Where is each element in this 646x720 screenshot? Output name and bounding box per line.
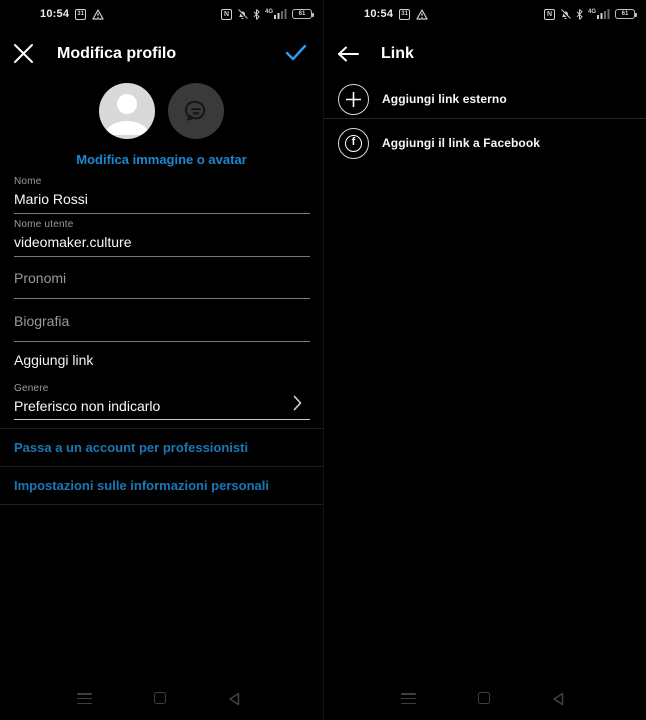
field-underline [14, 213, 310, 214]
change-avatar-link[interactable]: Modifica immagine o avatar [0, 152, 323, 167]
nav-menu-button[interactable] [401, 693, 416, 707]
add-external-link-row[interactable]: Aggiungi link esterno [324, 81, 646, 117]
warning-icon [416, 9, 428, 20]
avatar-creator-button[interactable] [168, 83, 224, 139]
nav-menu-button[interactable] [77, 693, 92, 707]
warning-icon [92, 9, 104, 20]
person-silhouette-icon [99, 83, 155, 139]
signal-icon: 4G [588, 9, 610, 19]
nav-back-button[interactable] [228, 692, 240, 706]
name-field-label: Nome [14, 176, 310, 187]
gender-field-value[interactable]: Preferisco non indicarlo [14, 398, 310, 414]
back-arrow-icon[interactable] [337, 46, 359, 62]
field-underline [14, 256, 310, 257]
clock: 10:54 [364, 8, 393, 20]
gender-field[interactable]: Genere Preferisco non indicarlo [14, 383, 310, 420]
edit-profile-screen: 10:54 31 N 4G 61 [0, 0, 323, 720]
nav-home-button[interactable] [154, 692, 166, 704]
bio-field[interactable]: Biografia [14, 313, 310, 342]
plus-icon [338, 84, 369, 115]
battery-icon: 61 [292, 9, 312, 19]
bell-muted-icon [237, 9, 248, 20]
android-nav-bar [324, 688, 646, 720]
add-facebook-link-row[interactable]: f Aggiungi il link a Facebook [324, 124, 646, 162]
android-nav-bar [0, 688, 323, 720]
close-icon[interactable] [13, 43, 34, 64]
clock: 10:54 [40, 8, 69, 20]
status-bar: 10:54 31 N 4G 61 [0, 0, 323, 28]
calendar-icon: 31 [399, 9, 410, 20]
row-divider [324, 118, 646, 119]
name-field-value[interactable]: Mario Rossi [14, 191, 310, 207]
calendar-icon: 31 [75, 9, 86, 20]
nav-back-button[interactable] [552, 692, 564, 706]
personal-info-settings-link[interactable]: Impostazioni sulle informazioni personal… [14, 478, 313, 493]
avatar-face-icon [183, 98, 209, 124]
facebook-icon: f [338, 128, 369, 159]
confirm-check-icon[interactable] [285, 44, 307, 61]
add-facebook-link-label: Aggiungi il link a Facebook [382, 136, 540, 150]
section-divider [0, 466, 323, 467]
page-title: Modifica profilo [57, 45, 176, 63]
username-field-value[interactable]: videomaker.culture [14, 234, 310, 250]
add-external-link-label: Aggiungi link esterno [382, 92, 507, 106]
bluetooth-icon [576, 9, 583, 20]
pronouns-field[interactable]: Pronomi [14, 270, 310, 299]
status-bar: 10:54 31 N 4G 61 [324, 0, 646, 28]
username-field[interactable]: Nome utente videomaker.culture [14, 219, 310, 257]
field-underline [14, 341, 310, 342]
dual-screenshot-container: 10:54 31 N 4G 61 [0, 0, 646, 720]
nfc-icon: N [221, 9, 232, 20]
nfc-icon: N [544, 9, 555, 20]
signal-icon: 4G [265, 9, 287, 19]
page-title: Link [381, 45, 414, 63]
profile-photo-avatar[interactable] [99, 83, 155, 139]
nav-home-button[interactable] [478, 692, 490, 704]
bio-placeholder[interactable]: Biografia [14, 313, 310, 329]
switch-professional-account-link[interactable]: Passa a un account per professionisti [14, 440, 313, 455]
name-field[interactable]: Nome Mario Rossi [14, 176, 310, 214]
pronouns-placeholder[interactable]: Pronomi [14, 270, 310, 286]
bluetooth-icon [253, 9, 260, 20]
section-divider [0, 504, 323, 505]
username-field-label: Nome utente [14, 219, 310, 230]
field-underline [14, 298, 310, 299]
bell-muted-icon [560, 9, 571, 20]
section-divider [0, 428, 323, 429]
chevron-right-icon [293, 395, 302, 411]
add-link-row[interactable]: Aggiungi link [14, 352, 93, 368]
battery-icon: 61 [615, 9, 635, 19]
links-screen: 10:54 31 N 4G 61 [323, 0, 646, 720]
gender-field-label: Genere [14, 383, 310, 394]
field-underline-active [14, 419, 310, 420]
